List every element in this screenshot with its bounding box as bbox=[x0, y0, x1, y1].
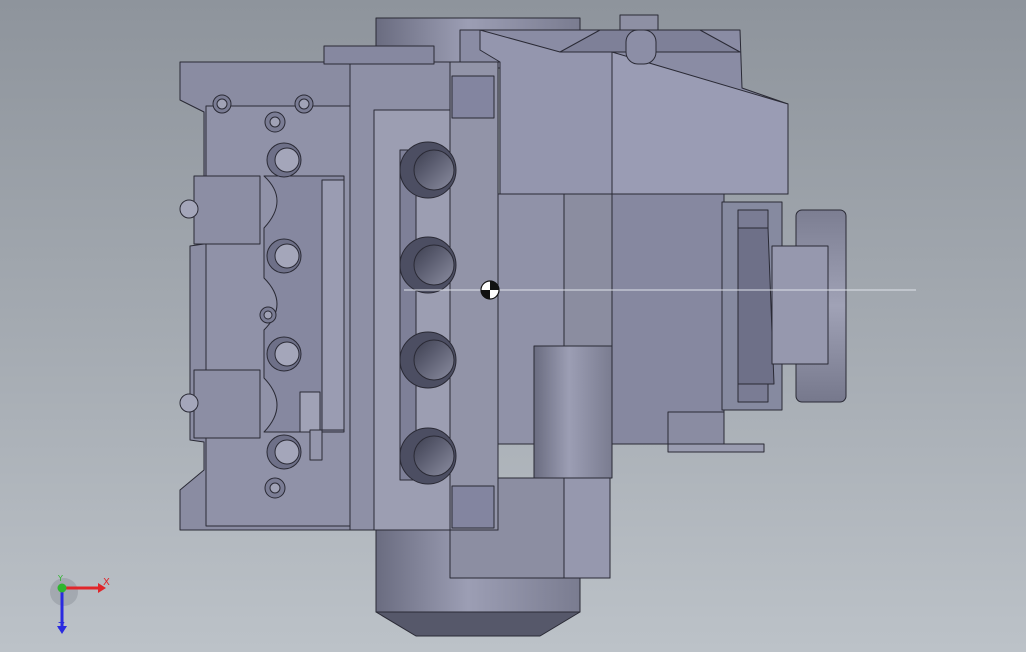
axis-y-label: Y bbox=[58, 574, 63, 583]
bracket-foot bbox=[667, 411, 765, 453]
lower-vertical-cylinder bbox=[533, 345, 613, 479]
right-housing-upper bbox=[459, 29, 789, 195]
cad-model-drawing[interactable] bbox=[0, 0, 1026, 652]
end-flange bbox=[721, 201, 847, 411]
mounting-ear-upper bbox=[179, 175, 261, 245]
axis-z-label: Z bbox=[58, 621, 65, 632]
axis-x-label: X bbox=[103, 577, 110, 588]
graphics-viewport[interactable]: X Z Y bbox=[0, 0, 1026, 652]
